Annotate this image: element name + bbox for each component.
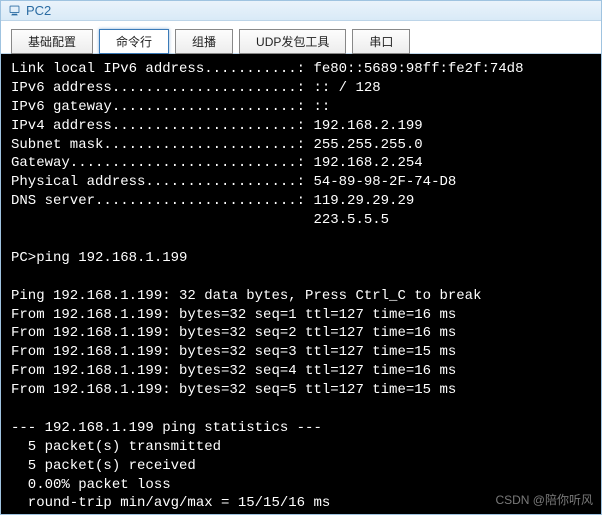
device-icon: [7, 4, 21, 18]
tab-serial[interactable]: 串口: [352, 29, 410, 54]
info-line: 223.5.5.5: [11, 212, 389, 228]
window-title: PC2: [26, 3, 51, 18]
info-line: DNS server........................: 119.…: [11, 193, 414, 209]
ping-reply: From 192.168.1.199: bytes=32 seq=5 ttl=1…: [11, 382, 456, 398]
stats-line: 5 packet(s) transmitted: [11, 439, 221, 455]
tabs: 基础配置 命令行 组播 UDP发包工具 串口: [1, 21, 601, 54]
info-line: Gateway...........................: 192.…: [11, 155, 423, 171]
tab-command-line[interactable]: 命令行: [99, 29, 169, 54]
info-line: IPv4 address......................: 192.…: [11, 118, 423, 134]
watermark: CSDN @陪你听风: [495, 492, 593, 508]
ping-reply: From 192.168.1.199: bytes=32 seq=1 ttl=1…: [11, 307, 456, 323]
tab-udp-tool[interactable]: UDP发包工具: [239, 29, 346, 54]
info-line: Link local IPv6 address...........: fe80…: [11, 61, 523, 77]
ping-header: Ping 192.168.1.199: 32 data bytes, Press…: [11, 288, 481, 304]
ping-reply: From 192.168.1.199: bytes=32 seq=2 ttl=1…: [11, 325, 456, 341]
info-line: Physical address..................: 54-8…: [11, 174, 456, 190]
console-output[interactable]: Link local IPv6 address...........: fe80…: [1, 54, 601, 514]
stats-line: 5 packet(s) received: [11, 458, 196, 474]
tab-multicast[interactable]: 组播: [175, 29, 233, 54]
command-line: PC>ping 192.168.1.199: [11, 250, 187, 266]
stats-line: --- 192.168.1.199 ping statistics ---: [11, 420, 322, 436]
tab-basic-config[interactable]: 基础配置: [11, 29, 93, 54]
stats-line: round-trip min/avg/max = 15/15/16 ms: [11, 495, 330, 511]
info-line: Subnet mask.......................: 255.…: [11, 137, 423, 153]
app-window: PC2 基础配置 命令行 组播 UDP发包工具 串口 Link local IP…: [0, 0, 602, 515]
info-line: IPv6 address......................: :: /…: [11, 80, 381, 96]
info-line: IPv6 gateway......................: ::: [11, 99, 330, 115]
ping-reply: From 192.168.1.199: bytes=32 seq=3 ttl=1…: [11, 344, 456, 360]
ping-reply: From 192.168.1.199: bytes=32 seq=4 ttl=1…: [11, 363, 456, 379]
stats-line: 0.00% packet loss: [11, 477, 171, 493]
titlebar[interactable]: PC2: [1, 1, 601, 21]
